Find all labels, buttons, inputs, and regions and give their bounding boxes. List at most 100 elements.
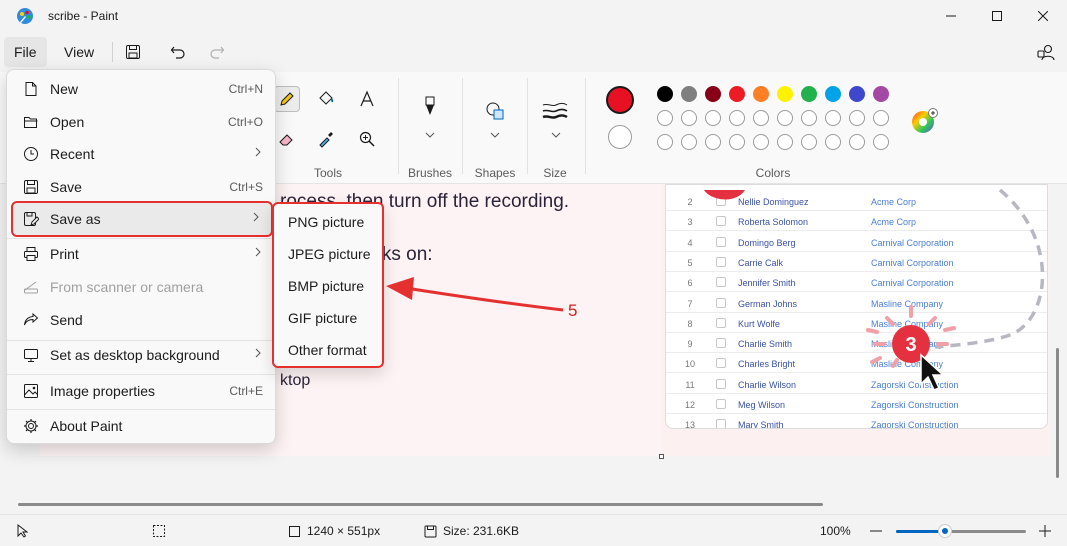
canvas-resize-handle[interactable] (659, 454, 664, 459)
zoom-level-text[interactable]: 100% (820, 524, 851, 538)
shapes-icon (486, 102, 504, 120)
submenu-item-bmp[interactable]: BMP picture (278, 271, 382, 301)
menu-item-open[interactable]: Open Ctrl+O (11, 106, 273, 138)
color-swatch[interactable] (825, 110, 841, 126)
size-button[interactable] (542, 98, 568, 124)
chevron-down-icon (490, 132, 500, 138)
horizontal-scrollbar[interactable] (18, 503, 823, 506)
color-swatch[interactable] (705, 86, 721, 102)
color-swatch[interactable] (681, 86, 697, 102)
vertical-scrollbar[interactable] (1056, 348, 1059, 478)
color-swatch[interactable] (729, 86, 745, 102)
color-swatch[interactable] (657, 110, 673, 126)
color-swatch[interactable] (873, 110, 889, 126)
color-swatch[interactable] (753, 110, 769, 126)
shapes-button[interactable] (482, 98, 508, 124)
edit-colors-icon[interactable] (911, 108, 939, 136)
menu-item-label: About Paint (50, 418, 123, 434)
table-row: 13 Mary Smith Zagorski Construction (666, 414, 1047, 428)
row-checkbox (716, 378, 726, 389)
zoom-slider[interactable] (896, 524, 1026, 538)
submenu-item-other-format[interactable]: Other format (278, 335, 382, 365)
zoom-out-icon[interactable] (870, 530, 882, 532)
row-checkbox (716, 297, 726, 308)
color-swatch[interactable] (825, 134, 841, 150)
color-swatch[interactable] (825, 86, 841, 102)
color-swatch[interactable] (849, 110, 865, 126)
file-menu-button[interactable]: File (4, 37, 47, 67)
magnifier-tool[interactable] (354, 126, 380, 152)
menu-item-print[interactable]: Print (11, 238, 273, 270)
printer-icon (24, 247, 38, 261)
paint-app-icon (17, 8, 33, 24)
color-swatch[interactable] (657, 86, 673, 102)
size-group-label: Size (543, 166, 567, 180)
pencil-tool[interactable] (274, 86, 300, 112)
menu-item-save-as[interactable]: Save as (11, 201, 273, 237)
brushes-button[interactable] (417, 94, 443, 120)
submenu-item-png[interactable]: PNG picture (278, 207, 382, 237)
color-swatch[interactable] (801, 86, 817, 102)
close-icon (1038, 11, 1048, 21)
submenu-item-jpeg[interactable]: JPEG picture (278, 239, 382, 269)
color-swatch[interactable] (681, 134, 697, 150)
submenu-item-gif[interactable]: GIF picture (278, 303, 382, 333)
menu-item-from-scanner[interactable]: From scanner or camera (11, 271, 273, 303)
color-swatch[interactable] (849, 134, 865, 150)
eraser-tool[interactable] (274, 126, 300, 152)
dimensions-text: 1240 × 551px (307, 524, 381, 538)
primary-color-swatch[interactable] (606, 86, 634, 114)
color-swatch[interactable] (705, 134, 721, 150)
color-swatch[interactable] (729, 134, 745, 150)
color-swatch[interactable] (681, 110, 697, 126)
color-picker-tool[interactable] (313, 126, 339, 152)
menu-item-send[interactable]: Send (11, 304, 273, 336)
contact-name: Roberta Solomon (738, 217, 809, 228)
color-swatch[interactable] (777, 110, 793, 126)
table-row: 10 Charles Bright Masline Company (666, 353, 1047, 374)
gear-icon (24, 419, 38, 433)
account-icon[interactable] (1036, 42, 1056, 62)
color-swatch[interactable] (753, 134, 769, 150)
color-swatch[interactable] (873, 134, 889, 150)
image-properties-icon (24, 384, 38, 398)
secondary-color-swatch[interactable] (608, 125, 632, 149)
color-swatch[interactable] (777, 86, 793, 102)
color-swatch[interactable] (849, 86, 865, 102)
line-size-icon (542, 103, 568, 119)
fill-tool[interactable] (313, 86, 339, 112)
color-swatch[interactable] (873, 86, 889, 102)
clock-icon (24, 147, 38, 161)
save-quick-button[interactable] (122, 41, 144, 63)
row-checkbox (716, 317, 726, 328)
color-swatch[interactable] (705, 110, 721, 126)
table-row: 6 Jennifer Smith Carnival Corporation (666, 272, 1047, 293)
row-checkbox (716, 277, 726, 288)
contact-name: Carrie Calk (738, 257, 784, 268)
maximize-button[interactable] (974, 0, 1020, 32)
menu-item-recent[interactable]: Recent (11, 138, 273, 170)
text-tool[interactable] (354, 86, 380, 112)
color-swatch[interactable] (777, 134, 793, 150)
close-button[interactable] (1020, 0, 1066, 32)
minimize-button[interactable] (928, 0, 974, 32)
menu-item-set-desktop-background[interactable]: Set as desktop background (11, 339, 273, 371)
menu-item-new[interactable]: New Ctrl+N (11, 73, 273, 105)
zoom-slider-thumb[interactable] (938, 524, 953, 538)
undo-button[interactable] (167, 41, 189, 63)
colors-group-label: Colors (755, 166, 791, 180)
color-swatch[interactable] (753, 86, 769, 102)
menu-item-save[interactable]: Save Ctrl+S (11, 171, 273, 203)
color-swatch[interactable] (801, 134, 817, 150)
menu-item-about-paint[interactable]: About Paint (11, 410, 273, 442)
view-menu-button[interactable]: View (54, 37, 104, 67)
color-swatch[interactable] (657, 134, 673, 150)
zoom-in-icon[interactable] (1039, 525, 1051, 537)
redo-button[interactable] (206, 41, 228, 63)
menu-item-image-properties[interactable]: Image properties Ctrl+E (11, 375, 273, 407)
file-size-text: Size: 231.6KB (443, 524, 520, 538)
save-icon (126, 45, 140, 59)
color-swatch[interactable] (801, 110, 817, 126)
color-swatch[interactable] (729, 110, 745, 126)
row-checkbox (716, 358, 726, 369)
